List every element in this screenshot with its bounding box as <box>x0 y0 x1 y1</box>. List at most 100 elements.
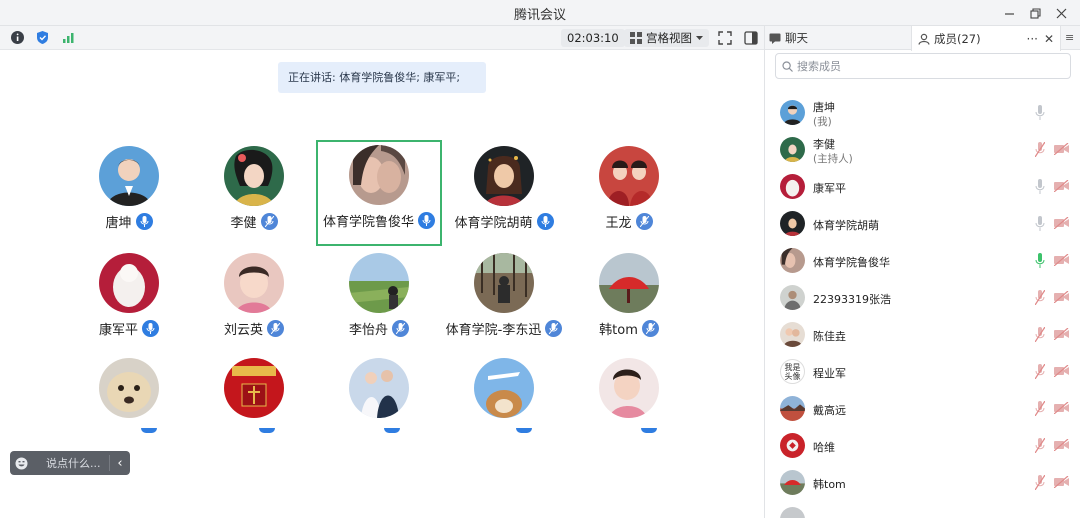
mic-muted-icon <box>635 213 653 230</box>
mic-icon <box>418 212 435 229</box>
tab-members[interactable]: 成员(27) ··· ✕ <box>911 26 1061 51</box>
restore-icon[interactable] <box>1022 2 1048 24</box>
mic-speaking-icon[interactable] <box>1035 253 1045 268</box>
mic-icon <box>384 428 400 433</box>
mic-muted-icon[interactable] <box>1035 401 1045 416</box>
grid-view-icon <box>630 32 642 44</box>
mic-muted-icon[interactable] <box>1035 438 1045 453</box>
camera-off-icon[interactable] <box>1054 402 1069 414</box>
participant-name: 唐坤 <box>105 216 132 231</box>
participant-name: 李健 <box>230 216 257 231</box>
chat-input-bar[interactable]: 说点什么... ‹ <box>10 451 130 475</box>
signal-icon[interactable] <box>61 30 76 45</box>
member-search-input[interactable]: 搜索成员 <box>775 53 1071 79</box>
member-row[interactable]: 韩tom <box>765 464 1080 501</box>
avatar <box>99 253 159 313</box>
collapse-chevron-icon[interactable]: ‹ <box>110 456 130 471</box>
participant-tile[interactable]: 体育学院-李东迅 <box>441 249 567 355</box>
tab-chat-label: 聊天 <box>785 31 808 45</box>
member-name: 李健 <box>813 138 835 151</box>
participant-tile[interactable]: 李健 <box>191 142 317 248</box>
participant-tile[interactable]: 韩tom <box>566 249 692 355</box>
participant-name: 体育学院鲁俊华 <box>322 215 414 230</box>
mic-muted-icon[interactable] <box>1035 364 1045 379</box>
close-icon[interactable]: ✕ <box>1044 27 1054 51</box>
member-row[interactable]: 陈佳垚 <box>765 316 1080 353</box>
avatar <box>780 174 805 199</box>
mic-muted-icon <box>392 320 409 337</box>
chat-input-placeholder[interactable]: 说点什么... <box>32 455 109 471</box>
participant-tile[interactable]: 体育学院胡萌 <box>441 142 567 248</box>
avatar <box>349 145 409 205</box>
side-panel: 聊天 成员(27) ··· ✕ ≡ 搜索成员 唐坤 (我) 李健 (主持人) 康… <box>764 26 1080 518</box>
emoji-icon[interactable] <box>10 451 32 475</box>
camera-off-icon[interactable] <box>1054 328 1069 340</box>
members-icon <box>918 33 930 45</box>
caret-down-icon <box>696 35 703 40</box>
participant-name: 王龙 <box>605 216 632 231</box>
camera-off-icon[interactable] <box>1054 217 1069 229</box>
participant-tile[interactable] <box>316 354 442 430</box>
member-row[interactable]: 我是头像 程业军 <box>765 353 1080 390</box>
member-name: 程业军 <box>813 367 846 380</box>
participant-tile[interactable]: 王龙 <box>566 142 692 248</box>
camera-off-icon[interactable] <box>1054 365 1069 377</box>
avatar: 我是头像 <box>780 359 805 384</box>
member-row[interactable]: 体育学院鲁俊华 <box>765 242 1080 279</box>
menu-icon[interactable]: ≡ <box>1065 31 1074 44</box>
info-icon[interactable] <box>10 30 25 45</box>
participant-tile[interactable] <box>441 354 567 430</box>
participant-name: 李怡舟 <box>348 323 388 338</box>
participant-tile[interactable] <box>566 354 692 430</box>
avatar <box>780 100 805 125</box>
close-icon[interactable] <box>1048 2 1074 24</box>
member-row[interactable] <box>765 501 1080 518</box>
mic-muted-icon[interactable] <box>1035 327 1045 342</box>
more-icon[interactable]: ··· <box>1027 27 1038 51</box>
camera-off-icon[interactable] <box>1054 254 1069 266</box>
mic-idle-icon[interactable] <box>1035 105 1045 120</box>
mic-icon <box>142 320 159 337</box>
tab-chat[interactable]: 聊天 <box>769 26 911 50</box>
mic-idle-icon[interactable] <box>1035 179 1045 194</box>
side-panel-tabs: 聊天 成员(27) ··· ✕ ≡ <box>765 26 1080 51</box>
avatar <box>474 358 534 418</box>
member-row[interactable]: 22393319张浩 <box>765 279 1080 316</box>
participant-tile[interactable] <box>66 354 192 430</box>
mic-muted-icon[interactable] <box>1035 475 1045 490</box>
sidebar-toggle-icon[interactable] <box>742 29 760 47</box>
member-role: (我) <box>813 116 832 128</box>
member-name: 体育学院胡萌 <box>813 219 879 232</box>
participant-tile-active[interactable]: 体育学院鲁俊华 <box>316 140 442 246</box>
avatar <box>99 358 159 418</box>
participant-name: 体育学院-李东迅 <box>445 323 542 338</box>
avatar <box>599 146 659 206</box>
mic-muted-icon <box>260 213 278 230</box>
avatar <box>99 146 159 206</box>
participant-tile[interactable]: 刘云英 <box>191 249 317 355</box>
view-mode-button[interactable]: 宫格视图 <box>624 29 709 47</box>
member-row[interactable]: 戴高远 <box>765 390 1080 427</box>
member-row[interactable]: 哈维 <box>765 427 1080 464</box>
avatar <box>780 248 805 273</box>
fullscreen-icon[interactable] <box>716 29 734 47</box>
participant-tile[interactable]: 唐坤 <box>66 142 192 248</box>
member-row[interactable]: 体育学院胡萌 <box>765 205 1080 242</box>
participant-tile[interactable] <box>191 354 317 430</box>
member-row[interactable]: 唐坤 (我) <box>765 94 1080 131</box>
camera-off-icon[interactable] <box>1054 180 1069 192</box>
member-row[interactable]: 康军平 <box>765 168 1080 205</box>
shield-icon[interactable] <box>35 30 50 45</box>
camera-off-icon[interactable] <box>1054 476 1069 488</box>
camera-off-icon[interactable] <box>1054 439 1069 451</box>
title-bar: 腾讯会议 <box>0 0 1080 26</box>
camera-off-icon[interactable] <box>1054 291 1069 303</box>
participant-tile[interactable]: 康军平 <box>66 249 192 355</box>
participant-tile[interactable]: 李怡舟 <box>316 249 442 355</box>
minimize-icon[interactable] <box>996 2 1022 24</box>
camera-off-icon[interactable] <box>1054 143 1069 155</box>
mic-muted-icon[interactable] <box>1035 142 1045 157</box>
mic-idle-icon[interactable] <box>1035 216 1045 231</box>
mic-muted-icon[interactable] <box>1035 290 1045 305</box>
member-row[interactable]: 李健 (主持人) <box>765 131 1080 168</box>
